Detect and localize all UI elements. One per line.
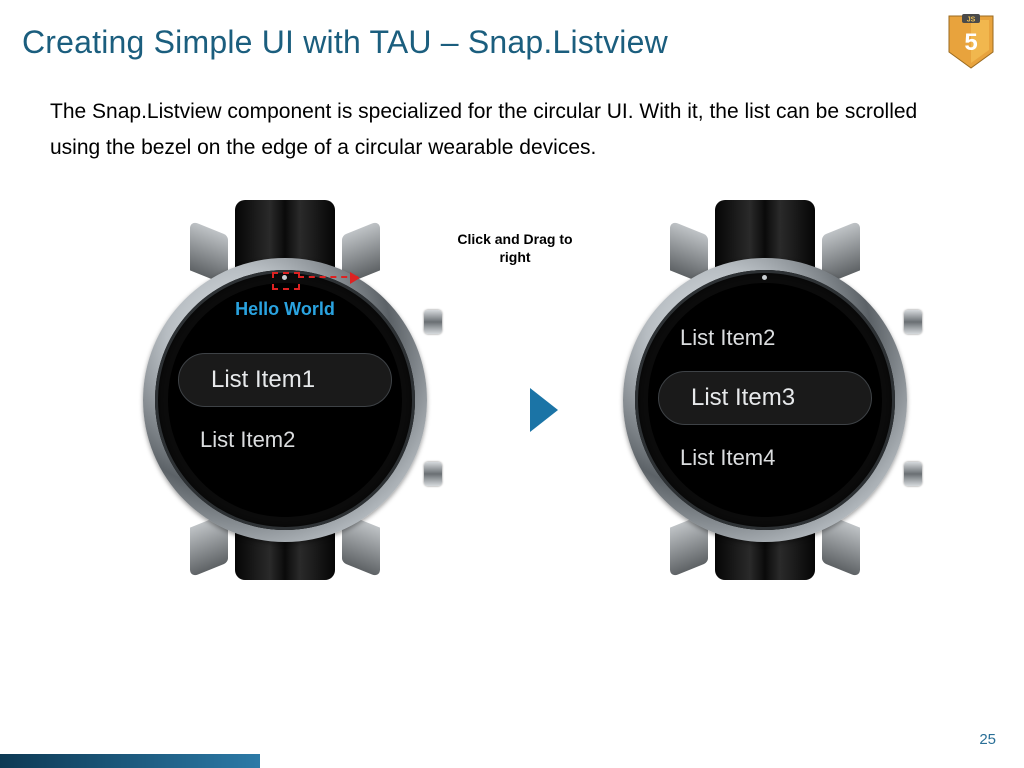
js-logo-icon: JS 5 <box>946 14 996 70</box>
snaplist-header: Hello World <box>168 299 402 320</box>
footer-accent-bar <box>0 754 260 768</box>
slide-body-text: The Snap.Listview component is specializ… <box>50 94 930 166</box>
drag-start-marker-icon <box>272 272 300 290</box>
watch-crown-button[interactable] <box>424 462 442 486</box>
snaplist-item[interactable]: List Item2 <box>168 413 402 467</box>
watch-crown-button[interactable] <box>424 310 442 334</box>
transition-arrow-icon <box>530 388 558 432</box>
watch-crown-button[interactable] <box>904 310 922 334</box>
snaplist-item[interactable]: List Item4 <box>648 431 882 485</box>
watch-comparison: Click and Drag to right Hello World List… <box>130 200 950 620</box>
bezel-tick-icon <box>762 275 767 280</box>
watch-screen[interactable]: List Item2 List Item3 List Item4 <box>648 283 882 517</box>
drag-arrow-icon <box>298 276 358 281</box>
drag-hint-label: Click and Drag to right <box>450 230 580 266</box>
page-number: 25 <box>979 731 996 748</box>
watch-before: Hello World List Item1 List Item2 <box>130 200 440 580</box>
svg-text:5: 5 <box>964 29 977 56</box>
snaplist-item-selected[interactable]: List Item3 <box>658 371 872 425</box>
watch-after: List Item2 List Item3 List Item4 <box>610 200 920 580</box>
watch-crown-button[interactable] <box>904 462 922 486</box>
svg-text:JS: JS <box>967 17 976 24</box>
snaplist-item-selected[interactable]: List Item1 <box>178 353 392 407</box>
slide: Creating Simple UI with TAU – Snap.Listv… <box>0 0 1024 768</box>
slide-title: Creating Simple UI with TAU – Snap.Listv… <box>22 24 668 61</box>
snaplist-item[interactable]: List Item2 <box>648 311 882 365</box>
watch-screen[interactable]: Hello World List Item1 List Item2 <box>168 283 402 517</box>
